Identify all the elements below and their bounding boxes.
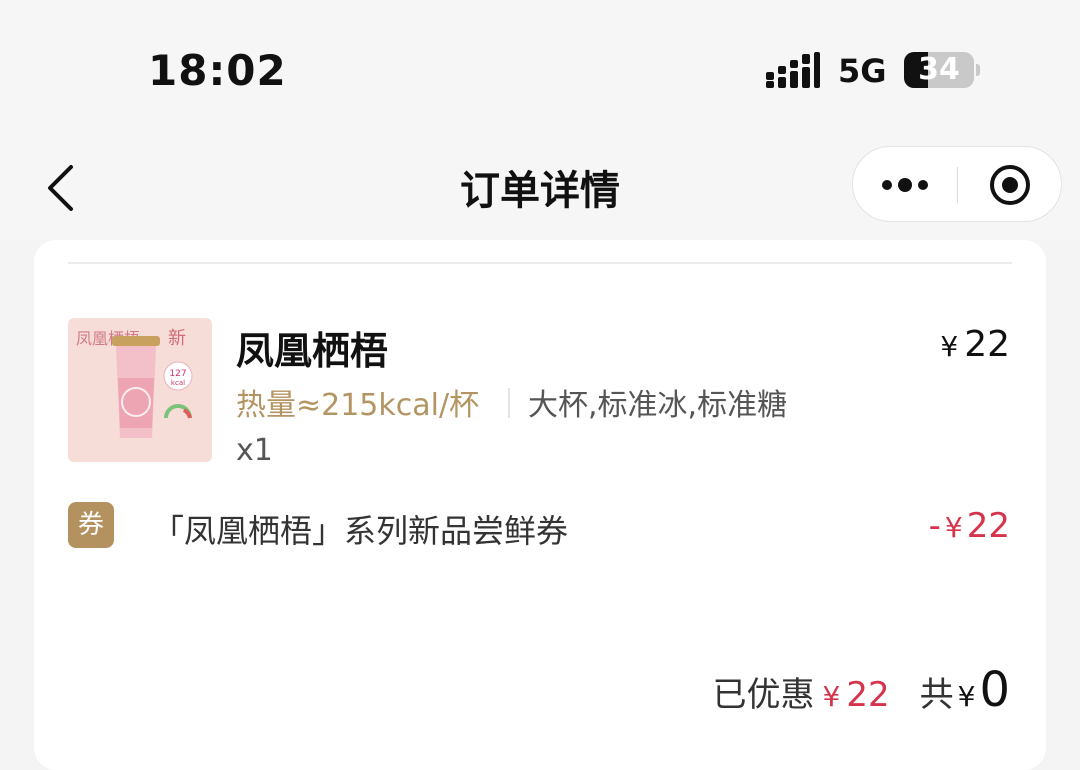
target-close-icon — [990, 165, 1030, 205]
saved-label: 已优惠 — [712, 675, 815, 715]
total-value: 0 — [979, 662, 1010, 718]
nav-bar: 订单详情 — [0, 130, 1080, 240]
price-value: 22 — [964, 324, 1010, 365]
total-currency: ¥ — [957, 680, 976, 713]
order-summary: 已优惠 ¥ 22 共 ¥ 0 — [713, 662, 1010, 718]
card-divider — [68, 262, 1012, 264]
status-time: 18:02 — [148, 46, 287, 95]
miniprogram-capsule — [852, 146, 1062, 222]
close-button[interactable] — [958, 147, 1062, 223]
product-price: ¥22 — [940, 324, 1010, 365]
signal-strength-icon — [766, 52, 820, 88]
discount-sign: - — [928, 506, 941, 546]
spec-separator — [508, 388, 510, 418]
coupon-name: 「凤凰栖梧」系列新品尝鲜券 — [152, 512, 569, 550]
saved-value: 22 — [846, 675, 890, 715]
saved-currency: ¥ — [822, 680, 841, 713]
product-name: 凤凰栖梧 — [236, 329, 389, 373]
product-calories: 热量≈215kcal/杯 — [236, 388, 480, 423]
battery-level: 34 — [918, 52, 960, 87]
network-type: 5G — [838, 52, 887, 90]
thumb-kcal-unit: kcal — [171, 379, 185, 387]
battery-tip — [976, 64, 980, 76]
more-button[interactable] — [853, 147, 957, 223]
discount-currency: ¥ — [944, 511, 963, 544]
battery-icon: 34 — [904, 52, 974, 88]
coupon-discount: - ¥22 — [929, 506, 1010, 546]
total-label: 共 — [919, 675, 954, 715]
thumb-kcal-value: 127 — [169, 369, 186, 379]
product-quantity: x1 — [236, 433, 273, 468]
coupon-badge: 券 — [68, 502, 114, 548]
price-currency: ¥ — [940, 330, 959, 363]
order-card: 凤凰栖梧 新 127 kcal 凤凰栖梧 ¥22 热量≈215kcal/杯 大杯… — [34, 240, 1046, 770]
more-dots-icon — [882, 178, 928, 192]
product-image: 凤凰栖梧 新 127 kcal — [68, 318, 212, 462]
thumb-new-badge: 新 — [168, 328, 186, 349]
product-thumbnail: 凤凰栖梧 新 127 kcal — [68, 318, 212, 462]
product-specs: 大杯,标准冰,标准糖 — [528, 388, 788, 423]
discount-value: 22 — [966, 506, 1010, 546]
status-bar: 18:02 5G 34 — [0, 0, 1080, 130]
